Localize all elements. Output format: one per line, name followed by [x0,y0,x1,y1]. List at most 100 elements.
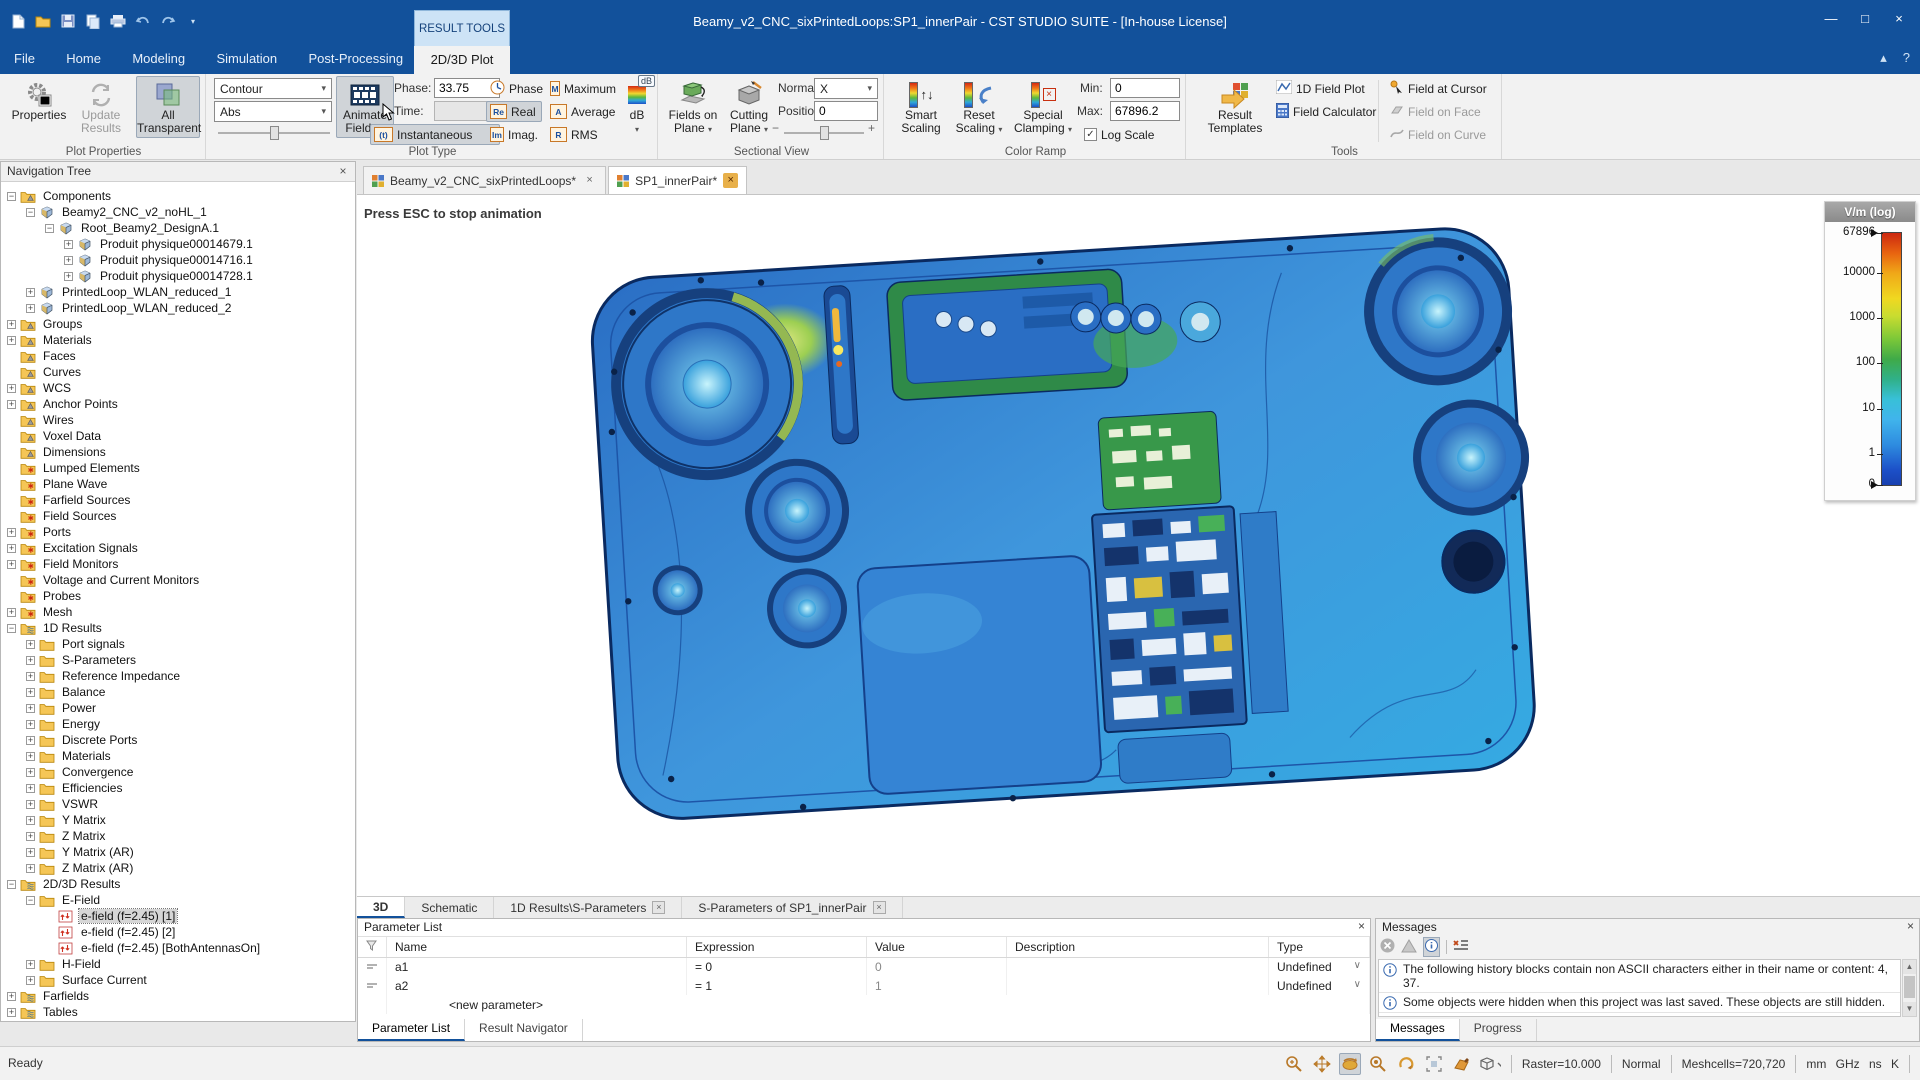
spin-icon[interactable] [1395,1053,1417,1075]
tree-expander[interactable]: + [7,1008,16,1017]
tab-progress[interactable]: Progress [1460,1019,1537,1041]
tab-post-processing[interactable]: Post-Processing [294,46,417,72]
warnings-filter-icon[interactable] [1401,939,1417,956]
tree-item[interactable]: Plane Wave [1,476,355,492]
db-button[interactable]: dB dB▾ [620,76,654,138]
document-tab-active[interactable]: SP1_innerPair* × [608,166,747,194]
cutting-plane-button[interactable]: CuttingPlane ▾ [724,76,774,138]
tree-expander[interactable]: + [26,736,35,745]
slider-handle[interactable] [270,126,279,140]
position-input[interactable] [814,101,878,121]
close-icon[interactable]: × [1358,919,1365,933]
abs-dropdown[interactable]: Abs▾ [214,101,332,122]
tree-item[interactable]: Voltage and Current Monitors [1,572,355,588]
tree-expander[interactable]: + [7,384,16,393]
tree-item[interactable]: e-field (f=2.45) [2] [1,924,355,940]
close-icon[interactable]: × [652,901,665,914]
tree-item[interactable]: +Z Matrix [1,828,355,844]
instantaneous-button[interactable]: (t) Instantaneous [370,124,500,145]
tab-2d3d-plot[interactable]: 2D/3D Plot [414,46,510,74]
tab-result-navigator[interactable]: Result Navigator [465,1019,583,1041]
min-input[interactable] [1110,78,1180,98]
scroll-down-icon[interactable]: ▼ [1903,1002,1916,1016]
tree-item[interactable]: e-field (f=2.45) [1] [1,908,355,924]
tree-item[interactable]: +Produit physique00014716.1 [1,252,355,268]
tree-item[interactable]: +Discrete Ports [1,732,355,748]
tree-expander[interactable]: + [26,288,35,297]
tree-item[interactable]: Dimensions [1,444,355,460]
tree-expander[interactable]: + [7,320,16,329]
position-slider[interactable] [784,126,864,140]
close-icon[interactable]: × [873,901,886,914]
mesh-view-icon[interactable] [1451,1053,1473,1075]
phase-mode-button[interactable]: Phase [486,78,552,99]
column-header-description[interactable]: Description [1007,937,1269,957]
tree-expander[interactable]: + [26,704,35,713]
tree-item[interactable]: −Components [1,188,355,204]
tree-expander[interactable]: + [7,608,16,617]
real-button[interactable]: Re Real [486,101,542,122]
scroll-up-icon[interactable]: ▲ [1903,960,1916,974]
errors-filter-icon[interactable] [1380,938,1395,956]
type-dropdown[interactable]: Undefined∨ [1269,957,1370,976]
field-calculator-button[interactable]: Field Calculator [1272,101,1376,122]
imag-button[interactable]: Im Imag. [486,124,542,145]
tree-item[interactable]: +Efficiencies [1,780,355,796]
view-tab-1d-results[interactable]: 1D Results\S-Parameters× [494,897,682,918]
tree-expander[interactable]: + [26,720,35,729]
tree-item[interactable]: +Field Monitors [1,556,355,572]
tree-item[interactable]: +Farfields [1,988,355,1004]
zoom-in-icon[interactable] [1283,1053,1305,1075]
tree-expander[interactable]: − [7,192,16,201]
tree-expander[interactable]: + [26,864,35,873]
update-results-button[interactable]: Update Results [72,76,130,138]
column-header-type[interactable]: Type [1269,937,1370,957]
tree-item[interactable]: +WCS [1,380,355,396]
tree-expander[interactable]: + [7,544,16,553]
filter-icon[interactable] [358,937,387,957]
view-tab-s-parameters[interactable]: S-Parameters of SP1_innerPair× [682,897,902,918]
tree-item[interactable]: Curves [1,364,355,380]
close-button[interactable]: × [1882,6,1916,32]
tree-item[interactable]: +PrintedLoop_WLAN_reduced_2 [1,300,355,316]
tree-item[interactable]: +Power [1,700,355,716]
tree-expander[interactable]: − [26,208,35,217]
tree-item[interactable]: +Groups [1,316,355,332]
field-on-face-button[interactable]: Field on Face [1386,101,1490,122]
properties-button[interactable]: Properties [10,76,68,138]
field-at-cursor-button[interactable]: Field at Cursor [1386,78,1490,99]
tree-item[interactable]: +H-Field [1,956,355,972]
parameter-row[interactable]: a2 = 1 1 Undefined∨ [358,976,1370,995]
tab-home[interactable]: Home [52,46,115,72]
tree-expander[interactable]: + [26,800,35,809]
tree-expander[interactable]: + [26,672,35,681]
all-transparent-button[interactable]: All Transparent [136,76,200,138]
tree-item[interactable]: Faces [1,348,355,364]
tab-modeling[interactable]: Modeling [118,46,199,72]
rms-button[interactable]: R RMS [546,124,606,145]
task-list-icon[interactable] [1453,939,1469,955]
tree-expander[interactable]: − [7,624,16,633]
tree-item[interactable]: +Ports [1,524,355,540]
contour-dropdown[interactable]: Contour▾ [214,78,332,99]
tree-expander[interactable]: + [26,640,35,649]
tree-item[interactable]: Probes [1,588,355,604]
info-filter-icon[interactable] [1423,937,1440,957]
tree-item[interactable]: +Mesh [1,604,355,620]
tree-item[interactable]: +Produit physique00014679.1 [1,236,355,252]
tree-item[interactable]: +Tables [1,1004,355,1020]
rotate-icon[interactable] [1339,1053,1361,1075]
tree-item[interactable]: e-field (f=2.45) [BothAntennasOn] [1,940,355,956]
fields-on-plane-button[interactable]: Fields onPlane ▾ [664,76,722,138]
tree-expander[interactable]: + [26,768,35,777]
tree-expander[interactable]: + [64,240,73,249]
column-header-expression[interactable]: Expression [687,937,867,957]
tree-item[interactable]: +Y Matrix (AR) [1,844,355,860]
tree-item[interactable]: −Beamy2_CNC_v2_noHL_1 [1,204,355,220]
1d-field-plot-button[interactable]: 1D Field Plot [1272,78,1368,99]
result-templates-button[interactable]: ResultTemplates [1202,76,1268,138]
slider-handle[interactable] [820,126,829,140]
help-icon[interactable]: ? [1903,50,1910,66]
tree-expander[interactable]: + [7,336,16,345]
pan-icon[interactable] [1311,1053,1333,1075]
